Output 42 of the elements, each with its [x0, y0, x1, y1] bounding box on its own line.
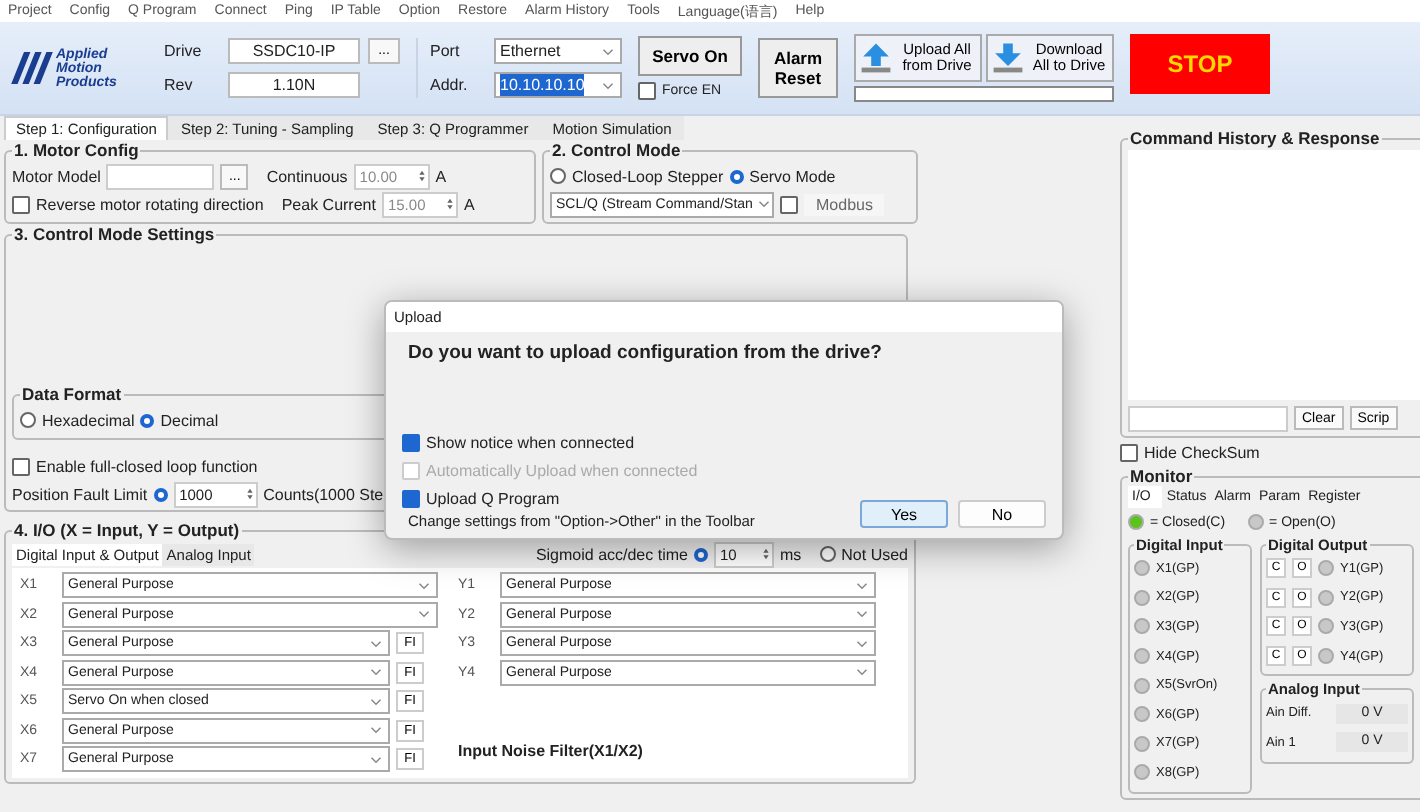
address-label: Addr. [430, 76, 470, 94]
option-label: Upload Q Program [426, 489, 560, 507]
alarm-reset-button[interactable]: Alarm Reset [758, 38, 838, 98]
fault-limit-unit: Counts(1000 Ste [263, 485, 384, 503]
unit-label: A [463, 195, 475, 213]
section-title: Command History & Response [1128, 128, 1382, 148]
continuous-label: Continuous [266, 167, 348, 185]
mode-label: Servo Mode [749, 167, 836, 185]
dialog-button[interactable]: Yes [860, 500, 948, 528]
section-title: 4. I/O (X = Input, Y = Output) [12, 520, 242, 540]
section-title: 3. Control Mode Settings [12, 224, 217, 244]
full-closed-loop-label: Enable full-closed loop function [36, 457, 258, 475]
noise-filter-title: Input Noise Filter(X1/X2) [458, 742, 645, 760]
hide-checksum-label: Hide CheckSum [1144, 443, 1260, 461]
option-label: Show notice when connected [426, 433, 635, 451]
servo-on-button[interactable]: Servo On [638, 36, 742, 76]
unit-label: A [435, 167, 447, 185]
not-used-label: Not Used [841, 545, 908, 563]
drive-label: Drive [164, 42, 204, 60]
dialog-question: Do you want to upload configuration from the drive? [408, 342, 884, 364]
dialog-button[interactable]: No [958, 500, 1046, 528]
reverse-label: Reverse motor rotating direction [36, 195, 264, 213]
mode-label: Closed-Loop Stepper [572, 167, 724, 185]
section-title: 2. Control Mode [550, 140, 683, 160]
sigmoid-label: Sigmoid acc/dec time [535, 545, 688, 563]
address-dropdown[interactable]: 10.10.10.10 [494, 72, 622, 98]
fault-limit-label: Position Fault Limit [12, 485, 148, 503]
data-format-title: Data Format [20, 384, 124, 404]
format-label: Hexadecimal [42, 411, 135, 429]
section-title: 1. Motor Config [12, 140, 141, 160]
motor-model-label: Motor Model [12, 167, 101, 185]
option-label: Automatically Upload when connected [426, 461, 698, 479]
section-title: Monitor [1128, 466, 1195, 486]
peak-current-label: Peak Current [281, 195, 376, 213]
port-label: Port [430, 42, 462, 60]
port-dropdown[interactable]: Ethernet [494, 38, 622, 64]
sigmoid-unit: ms [779, 545, 802, 563]
rev-field[interactable]: 1.10N [228, 72, 360, 98]
format-label: Decimal [160, 411, 219, 429]
rev-label: Rev [164, 76, 195, 94]
drive-field[interactable]: SSDC10-IP [228, 38, 360, 64]
modbus-button[interactable]: Modbus [804, 193, 885, 215]
